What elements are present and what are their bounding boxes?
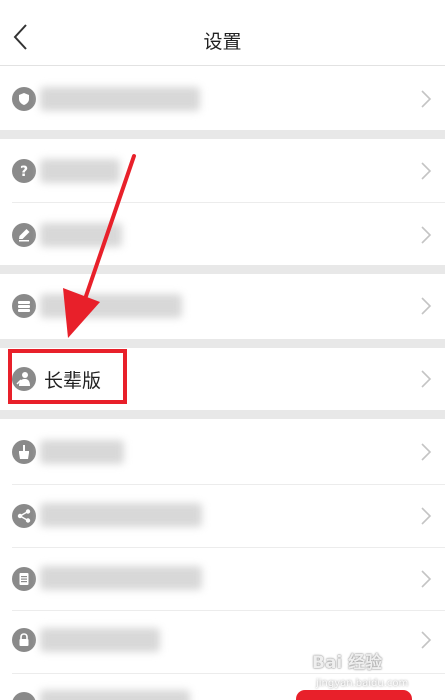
blurred-label	[40, 87, 200, 111]
watermark-brand: Bai 经验	[312, 653, 383, 673]
chevron-right-icon	[421, 90, 432, 108]
chevron-right-icon	[421, 297, 432, 315]
page-title: 设置	[203, 31, 242, 53]
blurred-label	[40, 503, 202, 527]
settings-row-document[interactable]	[0, 548, 445, 610]
document-icon	[12, 567, 36, 591]
chevron-right-icon	[421, 370, 432, 388]
pencil-icon	[12, 223, 36, 247]
settings-row-share[interactable]	[0, 485, 445, 547]
blurred-label	[40, 440, 124, 464]
blurred-label	[40, 566, 202, 590]
broom-icon	[12, 440, 36, 464]
watermark: Bai 经验 jingyan.baidu.com	[312, 648, 440, 692]
chevron-right-icon	[421, 570, 432, 588]
chevron-right-icon	[421, 226, 432, 244]
section-divider	[0, 130, 445, 139]
blurred-label	[40, 628, 160, 652]
highlight-box	[8, 349, 127, 404]
section-divider	[0, 339, 445, 348]
settings-row-pencil[interactable]	[0, 203, 445, 265]
blurred-label	[40, 159, 120, 183]
chevron-right-icon	[421, 162, 432, 180]
chevron-right-icon	[421, 443, 432, 461]
question-icon: ?	[12, 159, 36, 183]
blurred-label	[40, 690, 190, 700]
blurred-label	[40, 294, 182, 318]
shield-icon	[12, 87, 36, 111]
lock-icon	[12, 628, 36, 652]
top-navigation-bar: 设置	[0, 0, 445, 66]
share-icon	[12, 504, 36, 528]
svg-text:?: ?	[20, 164, 28, 180]
blurred-label	[40, 223, 122, 247]
settings-row-question[interactable]: ?	[0, 139, 445, 202]
chevron-right-icon	[421, 507, 432, 525]
settings-row-broom[interactable]	[0, 419, 445, 484]
section-divider	[0, 410, 445, 419]
watermark-url: jingyan.baidu.com	[316, 678, 409, 689]
settings-row-archive[interactable]	[0, 274, 445, 339]
section-divider	[0, 265, 445, 274]
chevron-right-icon	[421, 631, 432, 649]
archive-icon	[12, 294, 36, 318]
partial-row-icon	[12, 692, 36, 700]
settings-row-shield[interactable]	[0, 67, 445, 130]
